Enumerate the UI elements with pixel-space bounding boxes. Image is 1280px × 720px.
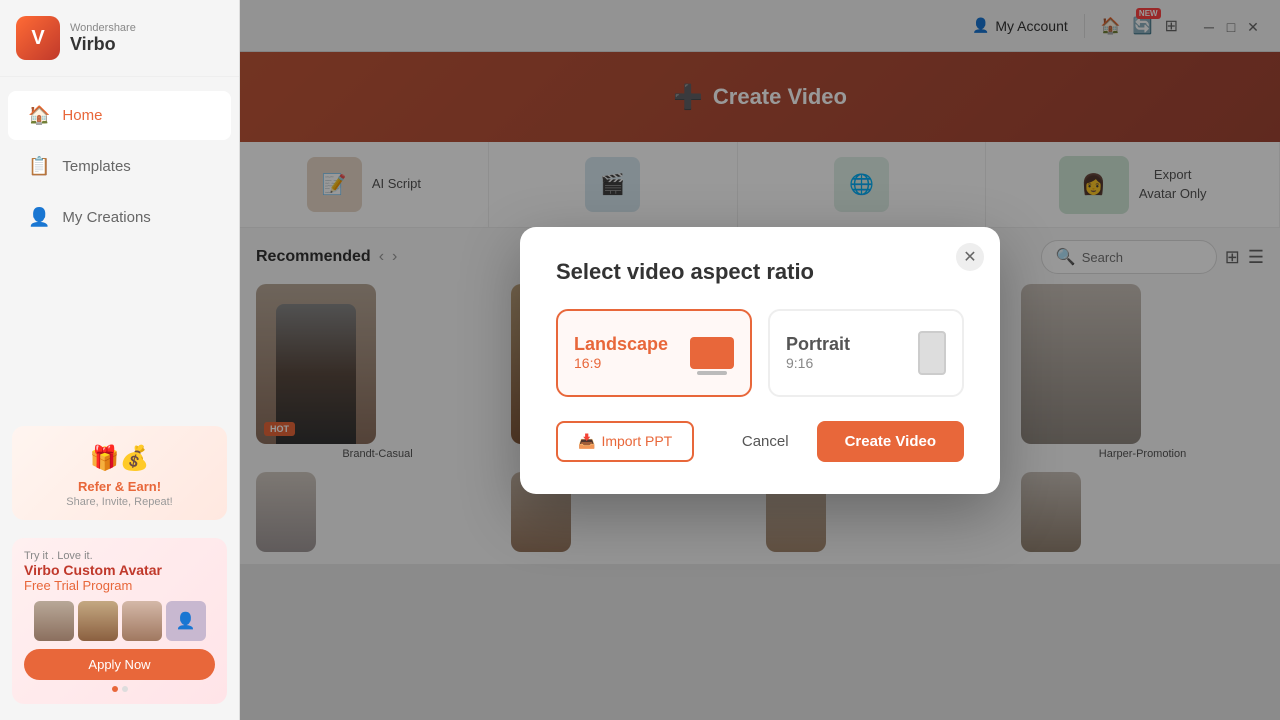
home-icon: 🏠 — [28, 105, 50, 126]
landscape-option[interactable]: Landscape 16:9 — [556, 309, 752, 397]
modal-overlay: Select video aspect ratio ✕ Landscape 16… — [240, 0, 1280, 720]
landscape-icon — [690, 337, 734, 369]
custom-avatar-try: Try it . Love it. — [24, 550, 215, 562]
dot-1 — [112, 686, 118, 692]
brand-name: Wondershare — [70, 22, 136, 34]
carousel-dots — [24, 686, 215, 692]
portrait-ratio: 9:16 — [786, 355, 850, 371]
import-ppt-label: Import PPT — [601, 433, 672, 449]
modal-title: Select video aspect ratio — [556, 259, 964, 285]
app-name: Virbo — [70, 34, 136, 55]
aspect-ratio-modal: Select video aspect ratio ✕ Landscape 16… — [520, 227, 1000, 494]
avatar-thumb-3 — [122, 601, 162, 641]
avatar-thumb-1 — [34, 601, 74, 641]
promo-subtitle: Share, Invite, Repeat! — [24, 496, 215, 508]
landscape-label: Landscape — [574, 334, 668, 355]
sidebar: V Wondershare Virbo 🏠 Home 📋 Templates 👤… — [0, 0, 240, 720]
sidebar-item-label: My Creations — [62, 209, 150, 226]
custom-avatar-brand: Virbo Custom Avatar — [24, 562, 215, 578]
ratio-options: Landscape 16:9 Portrait 9:16 — [556, 309, 964, 397]
avatar-thumbnails: 👤 — [24, 601, 215, 641]
apply-now-button[interactable]: Apply Now — [24, 649, 215, 680]
dot-2 — [122, 686, 128, 692]
avatar-thumb-4: 👤 — [166, 601, 206, 641]
sidebar-item-home[interactable]: 🏠 Home — [8, 91, 231, 140]
import-ppt-button[interactable]: 📥 Import PPT — [556, 421, 694, 462]
creations-icon: 👤 — [28, 207, 50, 228]
landscape-ratio: 16:9 — [574, 355, 668, 371]
promo-title: Refer & Earn! — [24, 479, 215, 494]
app-logo: V — [16, 16, 60, 60]
portrait-icon — [918, 331, 946, 375]
main-area: 👤 My Account 🏠 🔄 NEW ⊞ ─ □ ✕ ➕ Create Vi… — [240, 0, 1280, 720]
sidebar-item-my-creations[interactable]: 👤 My Creations — [8, 193, 231, 242]
portrait-label: Portrait — [786, 334, 850, 355]
refer-earn-promo: 🎁💰 Refer & Earn! Share, Invite, Repeat! — [12, 426, 227, 520]
landscape-text: Landscape 16:9 — [574, 334, 668, 371]
custom-avatar-free: Free Trial Program — [24, 578, 215, 593]
import-icon: 📥 — [578, 433, 595, 450]
promo-icons: 🎁💰 — [24, 444, 215, 473]
avatar-thumb-2 — [78, 601, 118, 641]
logo-text: Wondershare Virbo — [70, 22, 136, 55]
templates-icon: 📋 — [28, 156, 50, 177]
create-video-button[interactable]: Create Video — [817, 421, 964, 462]
modal-footer: 📥 Import PPT Cancel Create Video — [556, 421, 964, 462]
portrait-option[interactable]: Portrait 9:16 — [768, 309, 964, 397]
sidebar-item-label: Templates — [62, 158, 130, 175]
modal-close-button[interactable]: ✕ — [956, 243, 984, 271]
portrait-text: Portrait 9:16 — [786, 334, 850, 371]
nav-menu: 🏠 Home 📋 Templates 👤 My Creations — [0, 77, 239, 416]
sidebar-item-templates[interactable]: 📋 Templates — [8, 142, 231, 191]
sidebar-item-label: Home — [62, 107, 102, 124]
cancel-button[interactable]: Cancel — [726, 423, 805, 460]
logo-area: V Wondershare Virbo — [0, 0, 239, 77]
custom-avatar-promo: Try it . Love it. Virbo Custom Avatar Fr… — [12, 538, 227, 704]
